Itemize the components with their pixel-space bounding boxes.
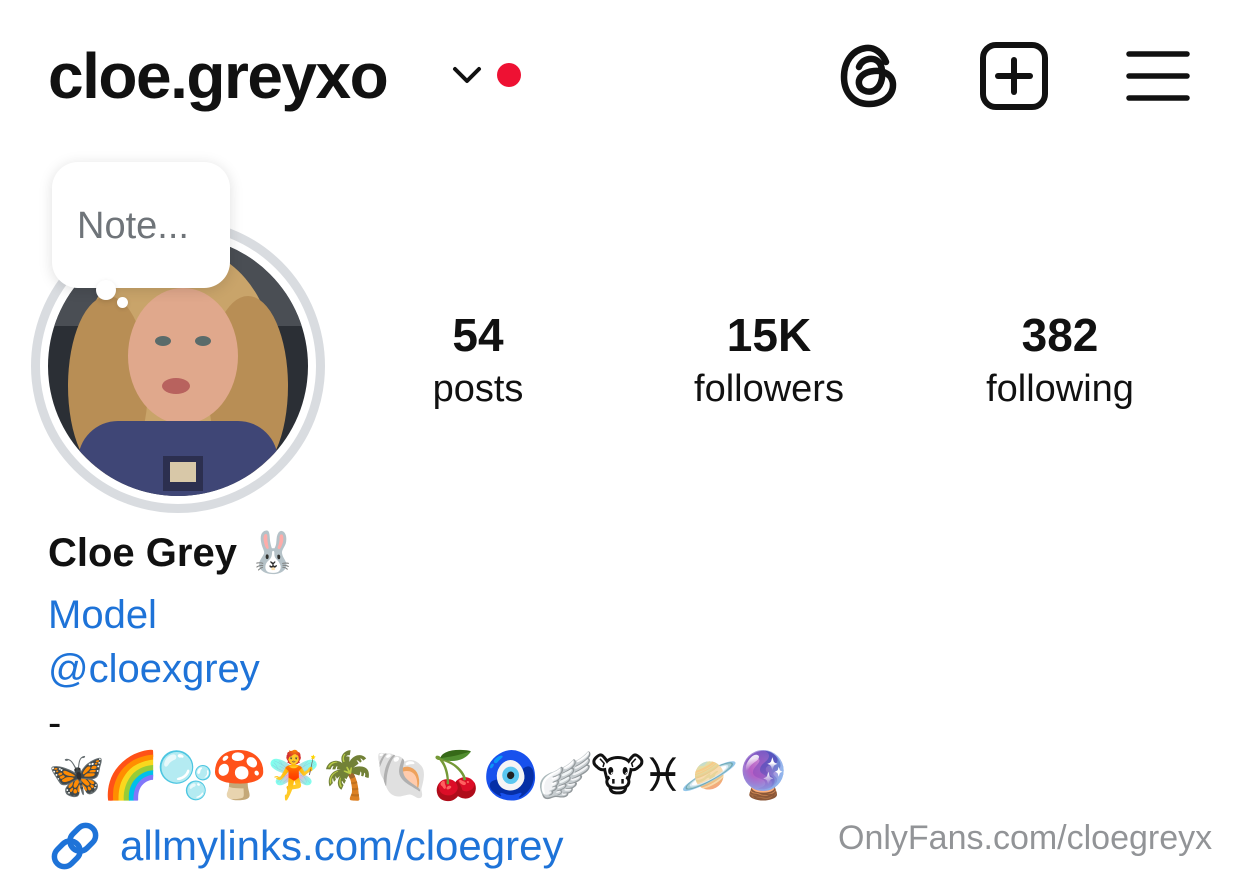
followers-label: followers (694, 368, 844, 410)
posts-stat[interactable]: 54 posts (358, 308, 598, 412)
profile-category[interactable]: Model (48, 590, 157, 640)
following-stat[interactable]: 382 following (940, 308, 1180, 412)
notification-dot (497, 63, 521, 87)
threads-icon[interactable] (836, 40, 904, 112)
note-bubble-tail-small (117, 297, 128, 308)
note-placeholder[interactable]: Note... (77, 203, 189, 249)
following-count: 382 (1021, 309, 1099, 361)
profile-full-name: Cloe Grey 🐰 (48, 531, 298, 575)
posts-label: posts (432, 368, 524, 410)
watermark-text: OnlyFans.com/cloegreyx (838, 819, 1213, 857)
posts-count: 54 (452, 309, 504, 361)
bio-dash: - (48, 701, 62, 745)
note-bubble-tail (96, 280, 116, 300)
followers-stat[interactable]: 15K followers (649, 308, 889, 412)
followers-count: 15K (726, 309, 812, 361)
link-icon (51, 822, 99, 870)
bio-mention-link[interactable]: @cloexgrey (48, 644, 260, 694)
bio-external-link[interactable]: allmylinks.com/cloegrey (120, 820, 563, 872)
hamburger-menu-icon[interactable] (1124, 48, 1192, 104)
chevron-down-icon[interactable] (450, 62, 484, 88)
bio-emoji-line: 🦋🌈🫧🍄🧚🌴🐚🍒🧿🪽🐮♓🪐🔮 (48, 749, 792, 801)
following-label: following (986, 368, 1134, 410)
plus-square-icon[interactable] (978, 40, 1050, 112)
profile-username[interactable]: cloe.greyxo (48, 38, 389, 114)
